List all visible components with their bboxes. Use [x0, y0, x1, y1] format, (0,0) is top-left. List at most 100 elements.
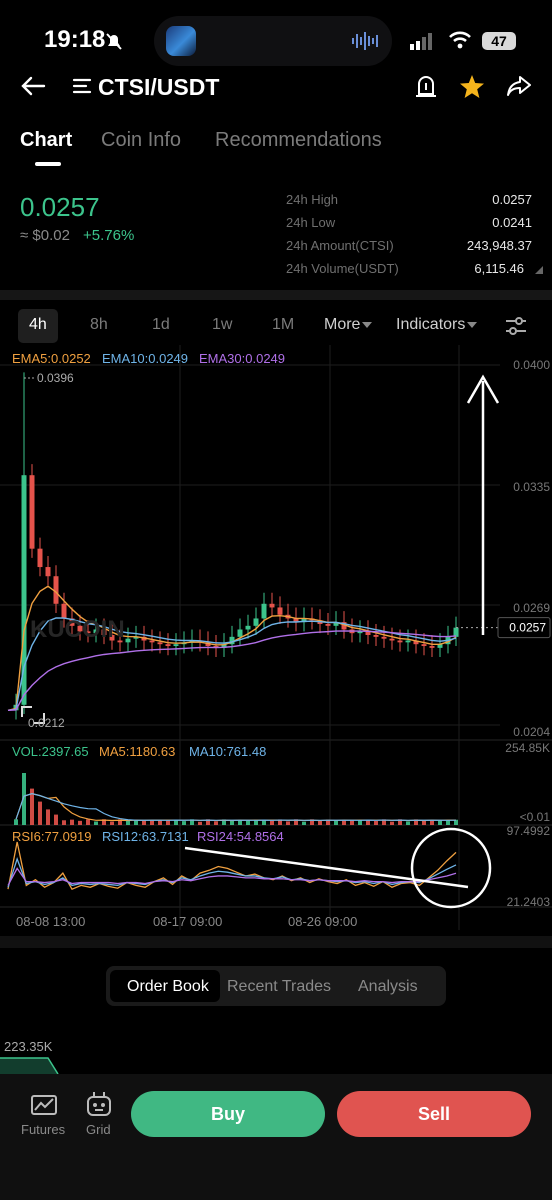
volume-bar — [334, 820, 338, 825]
volume-bar — [126, 820, 130, 825]
candle-body — [325, 623, 331, 626]
volume-bar — [422, 820, 426, 825]
ema-legend: EMA10:0.0249 — [102, 351, 188, 366]
interval-1d[interactable]: 1d — [152, 316, 170, 334]
share-icon[interactable] — [506, 74, 532, 98]
interval-1w[interactable]: 1w — [212, 316, 232, 334]
volume-legend: VOL:2397.65 — [12, 744, 89, 759]
y-tick-label: 254.85K — [505, 741, 550, 755]
candle-body — [421, 644, 427, 647]
section-divider — [0, 290, 552, 300]
candle-body — [381, 636, 387, 639]
tab-recommendations[interactable]: Recommendations — [215, 129, 382, 152]
menu-list-icon[interactable] — [72, 77, 92, 95]
y-tick-label: 21.2403 — [507, 895, 551, 909]
volume-bar — [38, 801, 42, 825]
interval-1m[interactable]: 1M — [272, 316, 294, 334]
volume-bar — [182, 821, 186, 825]
current-price-label: 0.0257 — [509, 621, 546, 635]
volume-bar — [62, 820, 66, 825]
y-tick-label: 0.0335 — [513, 480, 550, 494]
tab-underline — [35, 162, 61, 166]
tab-order-book[interactable]: Order Book — [127, 978, 209, 996]
candle-body — [269, 603, 275, 608]
ema-legend: EMA5:0.0252 — [12, 351, 91, 366]
y-tick-label: 0.0400 — [513, 358, 550, 372]
back-arrow-icon[interactable] — [20, 74, 46, 98]
stat-low-label: 24h Low — [286, 215, 336, 230]
volume-bar — [54, 814, 58, 825]
interval-8h[interactable]: 8h — [90, 316, 108, 334]
x-tick-label: 08-17 09:00 — [153, 914, 222, 929]
stat-volume-value: 6,115.46 — [474, 261, 524, 276]
tab-chart[interactable]: Chart — [20, 129, 72, 152]
interval-4h[interactable]: 4h — [29, 316, 47, 334]
volume-bar — [286, 821, 290, 825]
now-playing-thumbnail — [166, 26, 196, 56]
more-dropdown[interactable]: More — [324, 316, 360, 334]
grid-label[interactable]: Grid — [86, 1122, 111, 1137]
indicators-caret-icon — [467, 322, 477, 328]
candle-body — [149, 640, 155, 643]
status-time: 19:18 — [44, 26, 106, 53]
indicators-dropdown[interactable]: Indicators — [396, 316, 465, 334]
volume-bar — [358, 820, 362, 825]
pair-title[interactable]: CTSI/USDT — [98, 74, 219, 101]
futures-chart-icon[interactable] — [30, 1093, 58, 1117]
volume-bar — [78, 820, 82, 825]
volume-bar — [14, 819, 18, 825]
cellular-signal-icon — [410, 33, 432, 50]
stat-low-value: 0.0241 — [492, 215, 532, 230]
volume-bar — [318, 821, 322, 825]
battery-indicator: 47 — [482, 32, 516, 50]
candle-body — [405, 640, 411, 643]
y-tick-label: 0.0269 — [513, 601, 550, 615]
rsi-legend: RSI12:63.7131 — [102, 829, 189, 844]
candle-body — [237, 629, 243, 637]
volume-bar — [246, 820, 250, 825]
rsi-legend: RSI6:77.0919 — [12, 829, 92, 844]
stat-amount-value: 243,948.37 — [466, 238, 532, 253]
audio-waveform-icon — [352, 32, 378, 50]
price-chart[interactable]: KUCOIN EMA5:0.0252 EMA10:0.0249 EMA30:0.024… — [0, 345, 552, 935]
sell-button[interactable]: Sell — [337, 1091, 531, 1137]
volume-bar — [270, 820, 274, 825]
max-price-label: 0.0396 — [37, 371, 74, 385]
price-alert-icon[interactable] — [414, 74, 438, 100]
candle-body — [397, 640, 403, 643]
volume-bar — [86, 819, 90, 825]
tab-analysis[interactable]: Analysis — [358, 978, 418, 996]
candle-body — [373, 635, 379, 637]
chart-settings-icon[interactable] — [504, 316, 528, 336]
volume-bar — [166, 820, 170, 825]
volume-bar — [374, 821, 378, 825]
y-tick-label: 0.0204 — [513, 725, 550, 739]
candle-body — [157, 642, 163, 645]
candle-body — [429, 646, 435, 648]
buy-button[interactable]: Buy — [131, 1091, 325, 1137]
futures-label[interactable]: Futures — [21, 1122, 65, 1137]
tab-coin-info[interactable]: Coin Info — [101, 129, 181, 152]
rsi-legend: RSI24:54.8564 — [197, 829, 284, 844]
stat-high-value: 0.0257 — [492, 192, 532, 207]
tab-recent-trades[interactable]: Recent Trades — [227, 978, 331, 996]
y-tick-label: <0.01 — [520, 810, 551, 824]
y-tick-label: 97.4992 — [507, 824, 551, 838]
candle-body — [29, 475, 35, 549]
volume-bar — [438, 820, 442, 825]
x-tick-label: 08-26 09:00 — [288, 914, 357, 929]
volume-bar — [110, 821, 114, 825]
grid-bot-icon[interactable] — [85, 1091, 113, 1117]
volume-legend: MA10:761.48 — [189, 744, 266, 759]
stat-high-label: 24h High — [286, 192, 339, 207]
volume-bar — [46, 809, 50, 825]
favorite-star-icon[interactable] — [459, 74, 485, 100]
volume-bar — [70, 819, 74, 825]
ema-legend: EMA30:0.0249 — [199, 351, 285, 366]
candle-body — [261, 603, 267, 619]
stat-volume-label: 24h Volume(USDT) — [286, 261, 399, 276]
candle-body — [125, 638, 131, 643]
watermark-logo: KUCOIN — [30, 616, 125, 643]
volume-bar — [254, 820, 258, 825]
depth-max-label: 223.35K — [4, 1039, 53, 1054]
